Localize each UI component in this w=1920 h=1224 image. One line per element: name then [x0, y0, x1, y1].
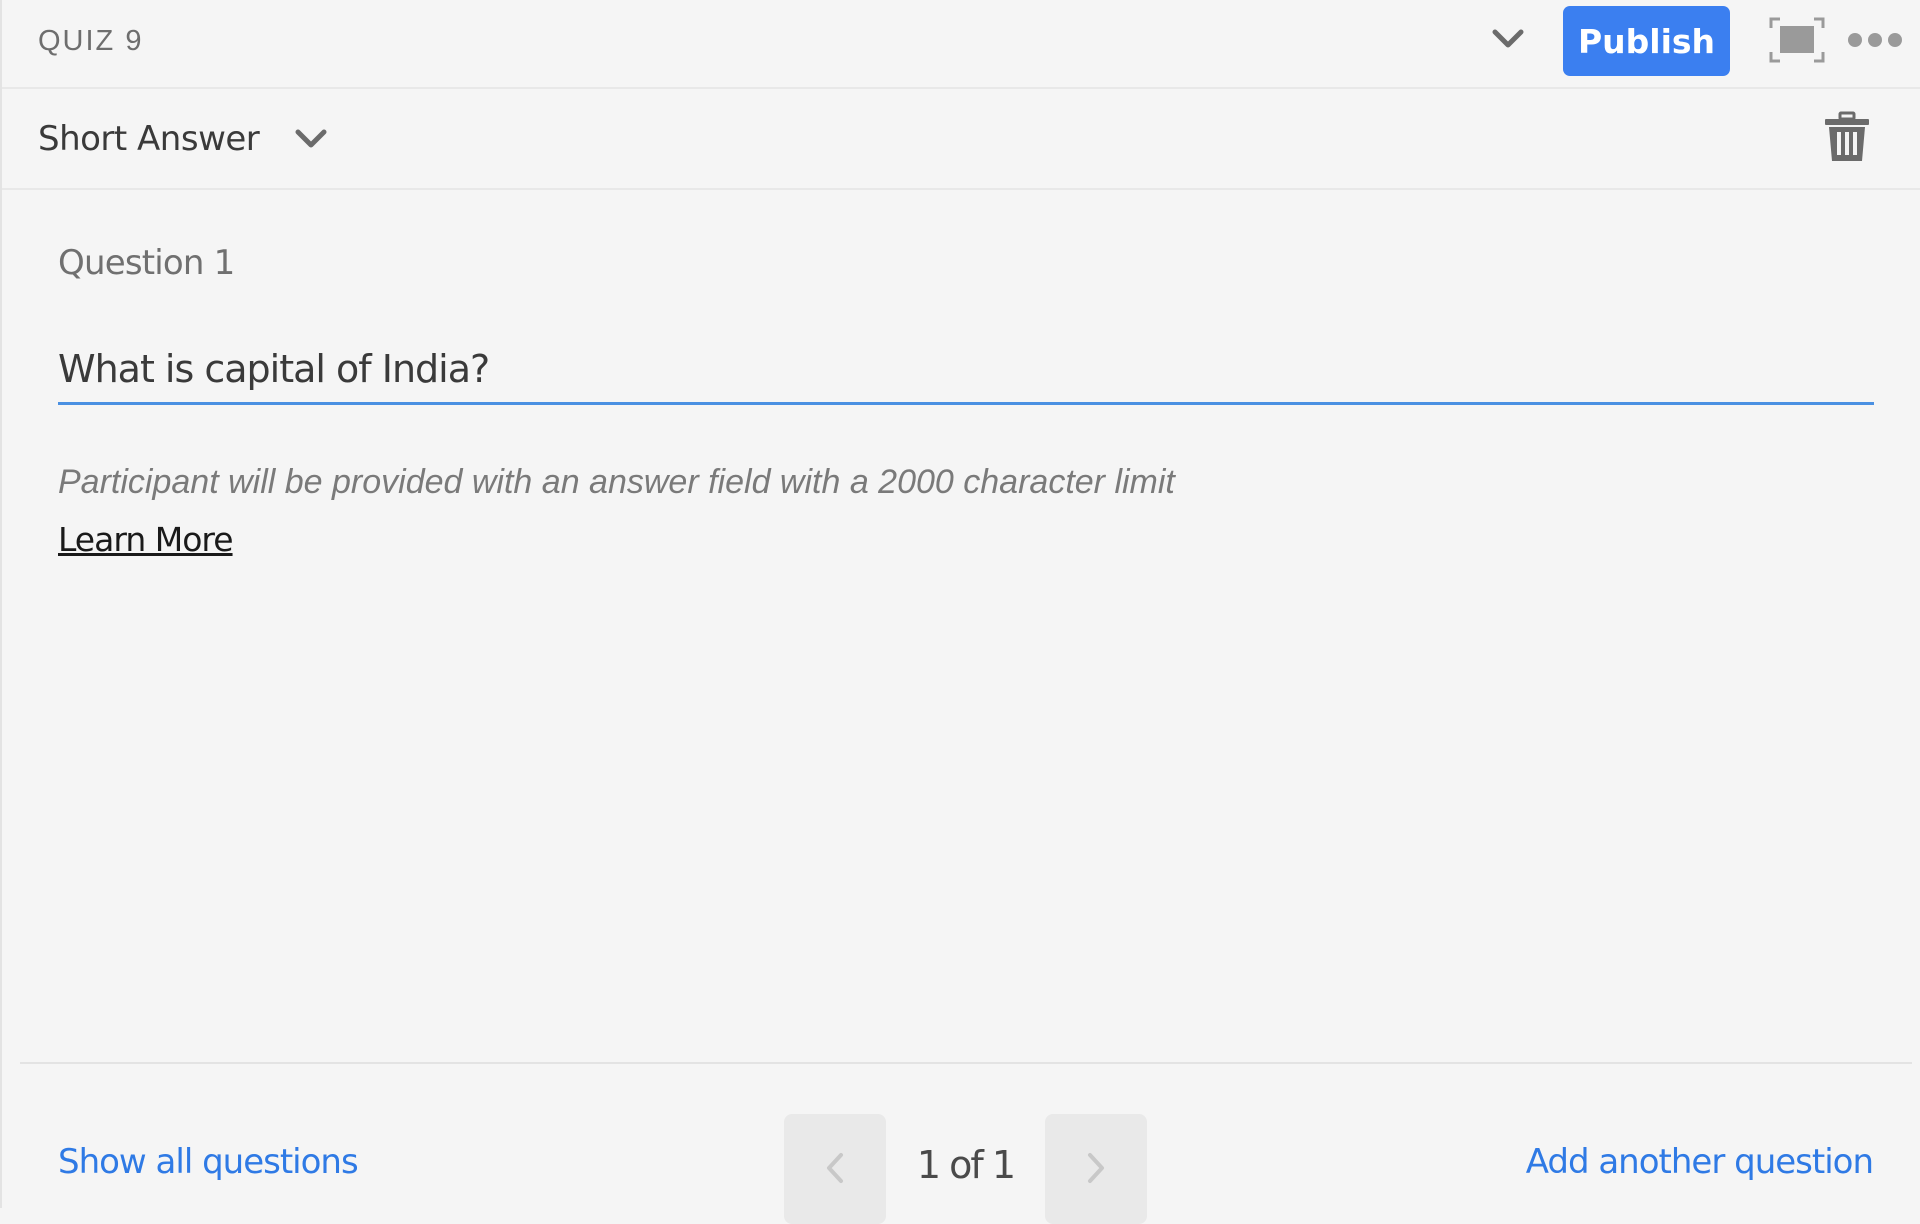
fullscreen-button[interactable]	[1768, 16, 1826, 64]
delete-question-button[interactable]	[1822, 111, 1872, 163]
show-all-questions-link[interactable]: Show all questions	[58, 1142, 359, 1182]
question-type-label: Short Answer	[38, 119, 260, 159]
question-type-dropdown[interactable]: Short Answer	[38, 116, 329, 162]
question-text-input[interactable]	[58, 335, 1874, 405]
chevron-right-icon	[1088, 1153, 1104, 1183]
chevron-left-icon	[827, 1153, 843, 1183]
question-type-bar: Short Answer	[2, 89, 1920, 190]
fullscreen-icon	[1769, 17, 1825, 63]
collapse-button[interactable]	[1490, 24, 1526, 54]
more-options-icon	[1848, 33, 1902, 47]
chevron-down-icon	[295, 129, 327, 148]
question-number-label: Question 1	[58, 243, 235, 283]
add-another-question-link[interactable]: Add another question	[1526, 1142, 1874, 1182]
quiz-panel: QUIZ 9 Publish Short Answer Question 1 W…	[0, 0, 1920, 1224]
quiz-title: QUIZ 9	[38, 25, 144, 57]
publish-button[interactable]: Publish	[1563, 6, 1730, 76]
pagination-status: 1 of 1	[916, 1143, 1016, 1187]
footer-divider	[20, 1062, 1912, 1064]
learn-more-link[interactable]: Learn More	[58, 520, 234, 559]
answer-field-helper-text: Participant will be provided with an ans…	[58, 463, 1175, 501]
quiz-header: QUIZ 9 Publish	[2, 0, 1920, 89]
trash-icon	[1825, 111, 1869, 161]
more-options-button[interactable]	[1845, 28, 1905, 52]
chevron-down-icon	[1492, 29, 1524, 48]
